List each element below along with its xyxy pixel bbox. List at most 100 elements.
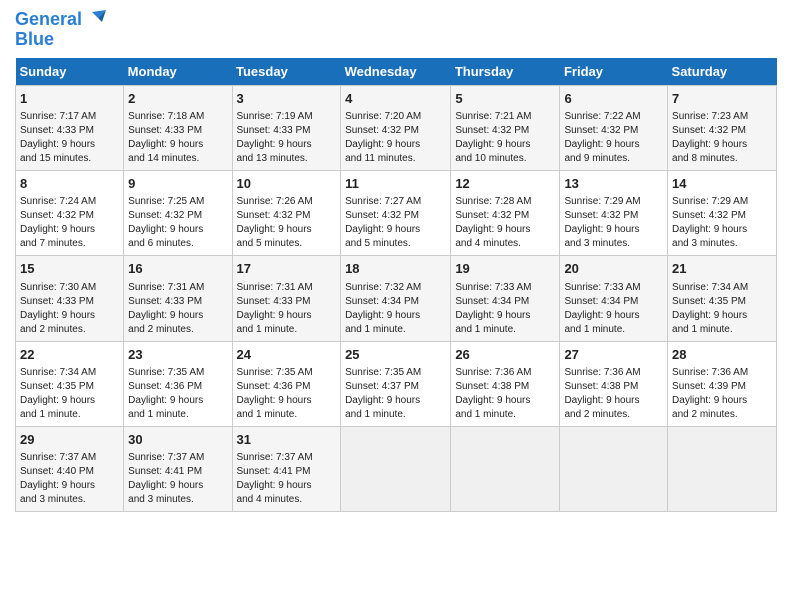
day-info-line: and 3 minutes. [564,237,663,251]
day-info-line: and 11 minutes. [345,152,446,166]
day-number: 16 [128,260,227,278]
day-info-line: and 1 minute. [345,323,446,337]
day-number: 31 [237,431,337,449]
day-info-line: Daylight: 9 hours [237,479,337,493]
calendar-cell: 7Sunrise: 7:23 AMSunset: 4:32 PMDaylight… [668,86,777,171]
weekday-header-saturday: Saturday [668,58,777,86]
day-number: 19 [455,260,555,278]
weekday-header-monday: Monday [124,58,232,86]
day-number: 28 [672,346,772,364]
day-info-line: and 13 minutes. [237,152,337,166]
calendar-cell: 10Sunrise: 7:26 AMSunset: 4:32 PMDayligh… [232,171,341,256]
day-info-line: Sunset: 4:39 PM [672,380,772,394]
day-info-line: Sunrise: 7:18 AM [128,110,227,124]
calendar-cell: 13Sunrise: 7:29 AMSunset: 4:32 PMDayligh… [560,171,668,256]
day-info-line: Daylight: 9 hours [20,479,119,493]
day-info-line: and 1 minute. [455,323,555,337]
day-number: 22 [20,346,119,364]
day-info-line: and 15 minutes. [20,152,119,166]
day-info-line: Sunset: 4:32 PM [237,209,337,223]
day-info-line: Daylight: 9 hours [672,138,772,152]
day-info-line: Sunset: 4:35 PM [672,295,772,309]
day-info-line: Daylight: 9 hours [564,223,663,237]
day-info-line: Sunset: 4:32 PM [455,209,555,223]
day-number: 10 [237,175,337,193]
calendar-cell: 28Sunrise: 7:36 AMSunset: 4:39 PMDayligh… [668,341,777,426]
day-info-line: Sunrise: 7:31 AM [237,281,337,295]
day-info-line: and 3 minutes. [20,493,119,507]
day-info-line: Sunset: 4:35 PM [20,380,119,394]
day-number: 26 [455,346,555,364]
day-info-line: Sunrise: 7:19 AM [237,110,337,124]
day-info-line: Sunset: 4:33 PM [20,124,119,138]
day-number: 18 [345,260,446,278]
day-info-line: Daylight: 9 hours [237,394,337,408]
day-info-line: and 14 minutes. [128,152,227,166]
day-info-line: Sunset: 4:32 PM [672,124,772,138]
day-info-line: Daylight: 9 hours [455,394,555,408]
calendar-cell: 16Sunrise: 7:31 AMSunset: 4:33 PMDayligh… [124,256,232,341]
day-info-line: Daylight: 9 hours [128,138,227,152]
day-info-line: Sunrise: 7:36 AM [455,366,555,380]
day-info-line: Sunset: 4:34 PM [455,295,555,309]
day-info-line: Sunrise: 7:25 AM [128,195,227,209]
day-info-line: Daylight: 9 hours [672,223,772,237]
day-number: 8 [20,175,119,193]
day-info-line: Sunrise: 7:37 AM [128,451,227,465]
calendar-cell: 21Sunrise: 7:34 AMSunset: 4:35 PMDayligh… [668,256,777,341]
weekday-header-row: SundayMondayTuesdayWednesdayThursdayFrid… [16,58,777,86]
day-info-line: Sunrise: 7:36 AM [564,366,663,380]
day-number: 17 [237,260,337,278]
day-info-line: Sunset: 4:32 PM [564,124,663,138]
day-number: 15 [20,260,119,278]
day-info-line: Sunrise: 7:31 AM [128,281,227,295]
day-info-line: and 2 minutes. [20,323,119,337]
day-info-line: and 9 minutes. [564,152,663,166]
calendar-cell: 12Sunrise: 7:28 AMSunset: 4:32 PMDayligh… [451,171,560,256]
day-info-line: Sunrise: 7:30 AM [20,281,119,295]
day-info-line: Daylight: 9 hours [128,394,227,408]
day-info-line: and 7 minutes. [20,237,119,251]
day-info-line: Daylight: 9 hours [237,138,337,152]
day-info-line: Sunset: 4:33 PM [20,295,119,309]
calendar-cell: 5Sunrise: 7:21 AMSunset: 4:32 PMDaylight… [451,86,560,171]
calendar-cell: 2Sunrise: 7:18 AMSunset: 4:33 PMDaylight… [124,86,232,171]
day-number: 6 [564,90,663,108]
day-number: 12 [455,175,555,193]
day-info-line: Daylight: 9 hours [128,309,227,323]
day-info-line: Sunset: 4:41 PM [237,465,337,479]
day-info-line: and 4 minutes. [455,237,555,251]
day-number: 29 [20,431,119,449]
day-info-line: and 1 minute. [237,323,337,337]
calendar-cell: 11Sunrise: 7:27 AMSunset: 4:32 PMDayligh… [341,171,451,256]
calendar-cell: 22Sunrise: 7:34 AMSunset: 4:35 PMDayligh… [16,341,124,426]
day-number: 14 [672,175,772,193]
calendar-cell: 14Sunrise: 7:29 AMSunset: 4:32 PMDayligh… [668,171,777,256]
day-info-line: Sunset: 4:32 PM [345,209,446,223]
day-info-line: Sunrise: 7:33 AM [455,281,555,295]
day-number: 9 [128,175,227,193]
day-number: 13 [564,175,663,193]
day-info-line: Daylight: 9 hours [20,138,119,152]
logo: General Blue [15,10,106,50]
day-info-line: Sunset: 4:34 PM [345,295,446,309]
day-info-line: Sunrise: 7:36 AM [672,366,772,380]
day-info-line: Sunset: 4:40 PM [20,465,119,479]
day-info-line: and 5 minutes. [345,237,446,251]
day-info-line: Daylight: 9 hours [345,138,446,152]
day-info-line: Sunrise: 7:35 AM [128,366,227,380]
day-number: 4 [345,90,446,108]
day-info-line: Daylight: 9 hours [20,309,119,323]
day-info-line: Daylight: 9 hours [20,223,119,237]
day-info-line: Sunrise: 7:35 AM [237,366,337,380]
day-info-line: Sunrise: 7:33 AM [564,281,663,295]
calendar-week-row: 15Sunrise: 7:30 AMSunset: 4:33 PMDayligh… [16,256,777,341]
day-info-line: Daylight: 9 hours [564,309,663,323]
page-header: General Blue [15,10,777,50]
day-info-line: Sunrise: 7:34 AM [20,366,119,380]
weekday-header-wednesday: Wednesday [341,58,451,86]
day-info-line: and 5 minutes. [237,237,337,251]
day-info-line: and 3 minutes. [672,237,772,251]
day-info-line: Sunrise: 7:24 AM [20,195,119,209]
day-info-line: Daylight: 9 hours [128,479,227,493]
